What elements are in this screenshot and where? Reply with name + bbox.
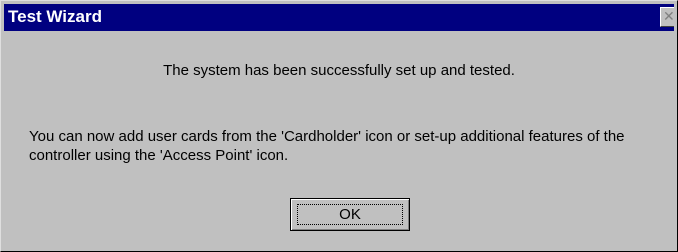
window-title: Test Wizard — [8, 7, 102, 26]
instructions-message: You can now add user cards from the 'Car… — [29, 128, 625, 164]
close-button[interactable]: ✕ — [660, 7, 674, 27]
title-bar[interactable]: Test Wizard ✕ — [4, 4, 674, 31]
test-wizard-dialog: Test Wizard ✕ The system has been succes… — [0, 0, 678, 252]
success-message: The system has been successfully set up … — [163, 62, 515, 79]
ok-button-label: OK — [297, 204, 403, 225]
close-icon: ✕ — [663, 9, 674, 25]
ok-button[interactable]: OK — [290, 198, 410, 231]
